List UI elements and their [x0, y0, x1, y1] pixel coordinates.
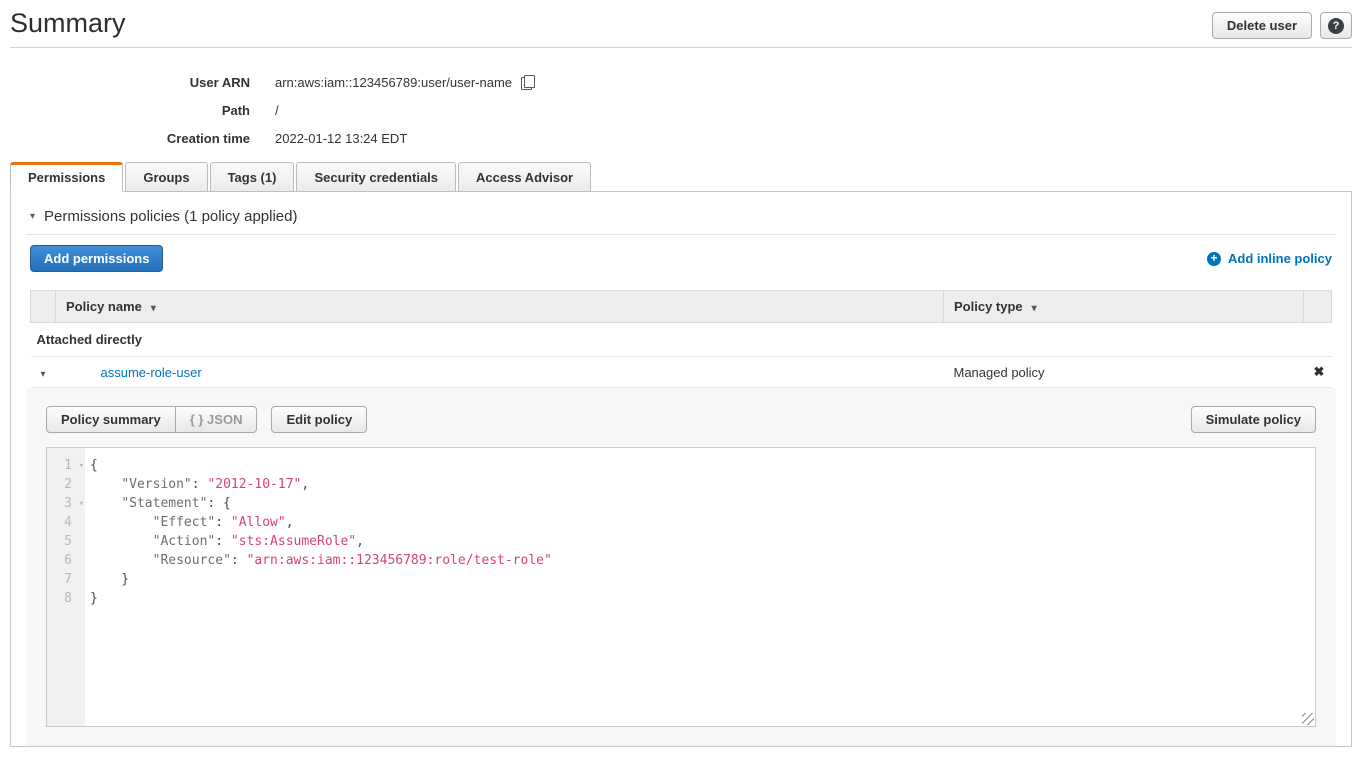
path-value: / — [275, 103, 279, 118]
editor-code-line: "Effect": "Allow", — [90, 513, 1315, 532]
editor-code-line: "Action": "sts:AssumeRole", — [90, 532, 1315, 551]
expand-caret-icon: ▾ — [41, 369, 46, 380]
detail-row-user-arn: User ARN arn:aws:iam::123456789:user/use… — [0, 68, 1362, 96]
editor-line-number: 8 — [47, 589, 85, 608]
row-expand-toggle[interactable]: ▾ — [31, 357, 56, 388]
editor-line-number: 3▾ — [47, 494, 85, 513]
header-actions: Delete user ? — [1212, 12, 1352, 39]
detail-row-creation-time: Creation time 2022-01-12 13:24 EDT — [0, 124, 1362, 152]
editor-line-number: 4 — [47, 513, 85, 532]
policy-table: Policy name▾ Policy type▾ Attached direc… — [30, 290, 1332, 388]
permissions-policies-heading: Permissions policies (1 policy applied) — [44, 208, 297, 225]
header-expand-cell — [31, 291, 56, 323]
page-header: Summary Delete user ? — [10, 0, 1352, 48]
json-button[interactable]: { } JSON — [175, 406, 258, 433]
policy-summary-button[interactable]: Policy summary — [46, 406, 176, 433]
sort-caret-icon: ▾ — [1032, 303, 1037, 314]
sort-caret-icon: ▾ — [151, 303, 156, 314]
delete-user-button[interactable]: Delete user — [1212, 12, 1312, 39]
policy-table-header-row: Policy name▾ Policy type▾ — [31, 291, 1332, 323]
table-row: ▾ assume-role-user Managed policy ✖ — [31, 357, 1332, 388]
editor-line-number: 6 — [47, 551, 85, 570]
tab-bar: Permissions Groups Tags (1) Security cre… — [10, 162, 1352, 191]
column-header-policy-type[interactable]: Policy type▾ — [944, 291, 1304, 323]
creation-time-label: Creation time — [0, 131, 250, 146]
editor-line-number: 5 — [47, 532, 85, 551]
collapse-caret-icon: ▾ — [30, 211, 35, 222]
permissions-panel: ▾ Permissions policies (1 policy applied… — [10, 191, 1352, 747]
edit-policy-button[interactable]: Edit policy — [271, 406, 367, 433]
column-header-policy-name[interactable]: Policy name▾ — [56, 291, 944, 323]
policy-detail-toolbar: Policy summary { } JSON Edit policy Simu… — [26, 388, 1336, 447]
detach-policy-icon[interactable]: ✖ — [1314, 364, 1325, 379]
editor-resize-handle[interactable] — [1302, 713, 1314, 725]
header-remove-cell — [1304, 291, 1332, 323]
copy-icon[interactable] — [521, 75, 535, 90]
add-permissions-button[interactable]: Add permissions — [30, 245, 163, 272]
editor-line-number: 1▾ — [47, 456, 85, 475]
policy-view-button-group: Policy summary { } JSON — [46, 406, 257, 433]
tab-security-credentials[interactable]: Security credentials — [296, 162, 456, 192]
editor-line-number: 2 — [47, 475, 85, 494]
user-arn-value: arn:aws:iam::123456789:user/user-name — [275, 75, 512, 90]
json-policy-editor[interactable]: 1▾23▾45678 { "Version": "2012-10-17", "S… — [46, 447, 1316, 727]
detail-row-path: Path / — [0, 96, 1362, 124]
policies-toolbar: Add permissions + Add inline policy — [30, 245, 1332, 272]
section-divider — [26, 234, 1336, 235]
simulate-policy-button[interactable]: Simulate policy — [1191, 406, 1316, 433]
editor-code-line: "Resource": "arn:aws:iam::123456789:role… — [90, 551, 1315, 570]
editor-code-line: } — [90, 589, 1315, 608]
policy-type-value: Managed policy — [944, 357, 1304, 388]
path-label: Path — [0, 103, 250, 118]
add-inline-policy-label: Add inline policy — [1228, 251, 1332, 266]
help-icon: ? — [1328, 18, 1344, 34]
policy-detail-pane: Policy summary { } JSON Edit policy Simu… — [26, 388, 1336, 746]
plus-icon: + — [1207, 252, 1221, 266]
editor-line-number: 7 — [47, 570, 85, 589]
attached-directly-label: Attached directly — [31, 323, 1332, 357]
permissions-policies-section-toggle[interactable]: ▾ Permissions policies (1 policy applied… — [11, 192, 1351, 225]
fold-caret-icon[interactable]: ▾ — [79, 457, 84, 476]
user-details: User ARN arn:aws:iam::123456789:user/use… — [0, 48, 1362, 152]
editor-code-line: "Version": "2012-10-17", — [90, 475, 1315, 494]
editor-code[interactable]: { "Version": "2012-10-17", "Statement": … — [85, 448, 1315, 726]
editor-code-line: } — [90, 570, 1315, 589]
fold-caret-icon[interactable]: ▾ — [79, 495, 84, 514]
page-title: Summary — [10, 8, 126, 39]
policy-name-link[interactable]: assume-role-user — [101, 365, 202, 380]
add-inline-policy-link[interactable]: + Add inline policy — [1207, 251, 1332, 266]
tab-tags[interactable]: Tags (1) — [210, 162, 295, 192]
tab-permissions[interactable]: Permissions — [10, 162, 123, 192]
editor-code-line: { — [90, 456, 1315, 475]
tab-groups[interactable]: Groups — [125, 162, 207, 192]
editor-gutter: 1▾23▾45678 — [47, 448, 85, 726]
attached-directly-group-row: Attached directly — [31, 323, 1332, 357]
help-button[interactable]: ? — [1320, 12, 1352, 39]
user-arn-label: User ARN — [0, 75, 250, 90]
creation-time-value: 2022-01-12 13:24 EDT — [275, 131, 407, 146]
tab-access-advisor[interactable]: Access Advisor — [458, 162, 591, 192]
editor-code-line: "Statement": { — [90, 494, 1315, 513]
